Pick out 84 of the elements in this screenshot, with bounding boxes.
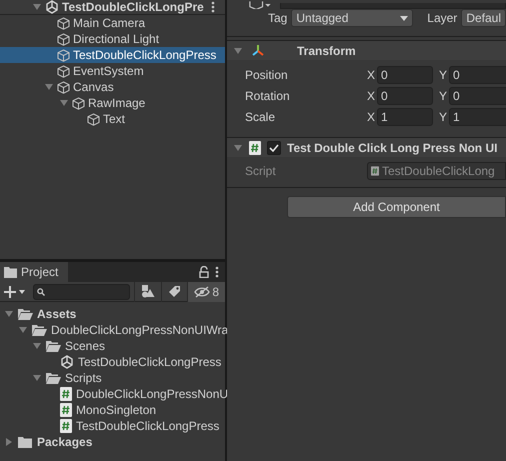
property-label: Rotation (245, 88, 291, 104)
expanded-arrow-icon[interactable] (59, 98, 69, 108)
project-item[interactable]: TestDoubleClickLongPress (0, 354, 225, 370)
script-icon (60, 403, 72, 417)
open-folder-icon (32, 324, 47, 336)
expanded-arrow-icon[interactable] (18, 325, 28, 335)
number-field[interactable]: 0 (449, 66, 506, 84)
layer-dropdown[interactable]: Defaul (461, 9, 506, 27)
cube-icon (57, 32, 70, 46)
expanded-arrow-icon[interactable] (32, 373, 42, 383)
property-label: Script (245, 162, 277, 180)
tag-icon (168, 285, 182, 298)
dropdown-caret-icon (400, 16, 408, 20)
expanded-arrow-icon[interactable] (233, 142, 243, 152)
number-field[interactable]: 0 (377, 66, 433, 84)
cube-icon (72, 96, 85, 110)
kebab-menu-icon[interactable] (211, 1, 215, 13)
project-tab[interactable]: Project (0, 262, 68, 282)
cube-icon (57, 16, 70, 30)
open-folder-icon (46, 340, 61, 352)
folder-icon (4, 266, 17, 278)
collapsed-arrow-icon[interactable] (4, 437, 14, 447)
hierarchy-item[interactable]: Main Camera (0, 15, 225, 31)
number-field[interactable]: 1 (449, 108, 506, 126)
script-field: TestDoubleClickLong (367, 162, 506, 180)
expanded-arrow-icon[interactable] (233, 46, 243, 56)
open-folder-icon (46, 372, 61, 384)
project-item[interactable]: Scripts (0, 370, 225, 386)
script-icon (371, 166, 379, 176)
project-item[interactable]: DoubleClickLongPressNonUIWra (0, 322, 225, 338)
enabled-checkbox[interactable] (267, 140, 281, 154)
open-folder-icon (18, 308, 33, 320)
lock-icon[interactable] (199, 266, 209, 278)
layer-label: Layer (427, 10, 458, 27)
project-item[interactable]: TestDoubleClickLongPress (0, 418, 225, 434)
cube-icon (87, 112, 100, 126)
tag-label: Tag (268, 10, 288, 27)
add-component-button[interactable]: Add Component (287, 196, 506, 218)
unity-logo-icon (45, 0, 59, 14)
hierarchy-item[interactable]: EventSystem (0, 63, 225, 79)
script-icon (249, 140, 261, 154)
hidden-packages-toggle[interactable]: 8 (187, 282, 225, 302)
axis-label: Y (439, 88, 448, 104)
axis-label: X (367, 108, 376, 126)
expanded-arrow-icon[interactable] (32, 341, 42, 351)
hierarchy-item[interactable]: Directional Light (0, 31, 225, 47)
project-item[interactable]: MonoSingleton (0, 402, 225, 418)
hierarchy-item[interactable]: TestDoubleClickLongPress (0, 47, 225, 63)
kebab-menu-icon[interactable] (215, 266, 219, 278)
cube-icon (57, 80, 70, 94)
expanded-arrow-icon[interactable] (32, 2, 42, 12)
hierarchy-item[interactable]: Text (0, 111, 225, 127)
project-item[interactable]: DoubleClickLongPressNonU (0, 386, 225, 402)
folder-icon (18, 436, 33, 448)
script-icon (60, 387, 72, 401)
cube-icon (57, 48, 70, 62)
axis-label: X (367, 66, 376, 84)
project-item[interactable]: Scenes (0, 338, 225, 354)
axis-label: X (367, 88, 376, 104)
script-icon (60, 419, 72, 433)
number-field[interactable]: 1 (377, 108, 433, 126)
number-field[interactable]: 0 (449, 86, 506, 104)
expanded-arrow-icon[interactable] (4, 309, 14, 319)
search-icon (37, 288, 45, 296)
hierarchy-item[interactable]: Canvas (0, 79, 225, 95)
search-field[interactable] (33, 284, 130, 300)
eye-slash-icon (194, 286, 210, 298)
cube-icon (57, 64, 70, 78)
tag-dropdown[interactable]: Untagged (291, 9, 414, 27)
hierarchy-item[interactable]: RawImage (0, 95, 225, 111)
shapes-icon (141, 285, 156, 298)
project-item[interactable]: Packages (0, 434, 225, 450)
transform-axes-icon (251, 44, 265, 57)
axis-label: Y (439, 108, 448, 126)
property-label: Position (245, 66, 289, 84)
unity-logo-icon (60, 355, 74, 369)
axis-label: Y (439, 66, 448, 84)
component-title[interactable]: Transform (297, 42, 356, 60)
expanded-arrow-icon[interactable] (44, 82, 54, 92)
number-field[interactable]: 0 (377, 86, 433, 104)
gameobject-icon (249, 0, 272, 9)
project-item[interactable]: Assets (0, 306, 225, 322)
property-label: Scale (245, 108, 276, 126)
scene-title: TestDoubleClickLongPre (62, 0, 204, 16)
